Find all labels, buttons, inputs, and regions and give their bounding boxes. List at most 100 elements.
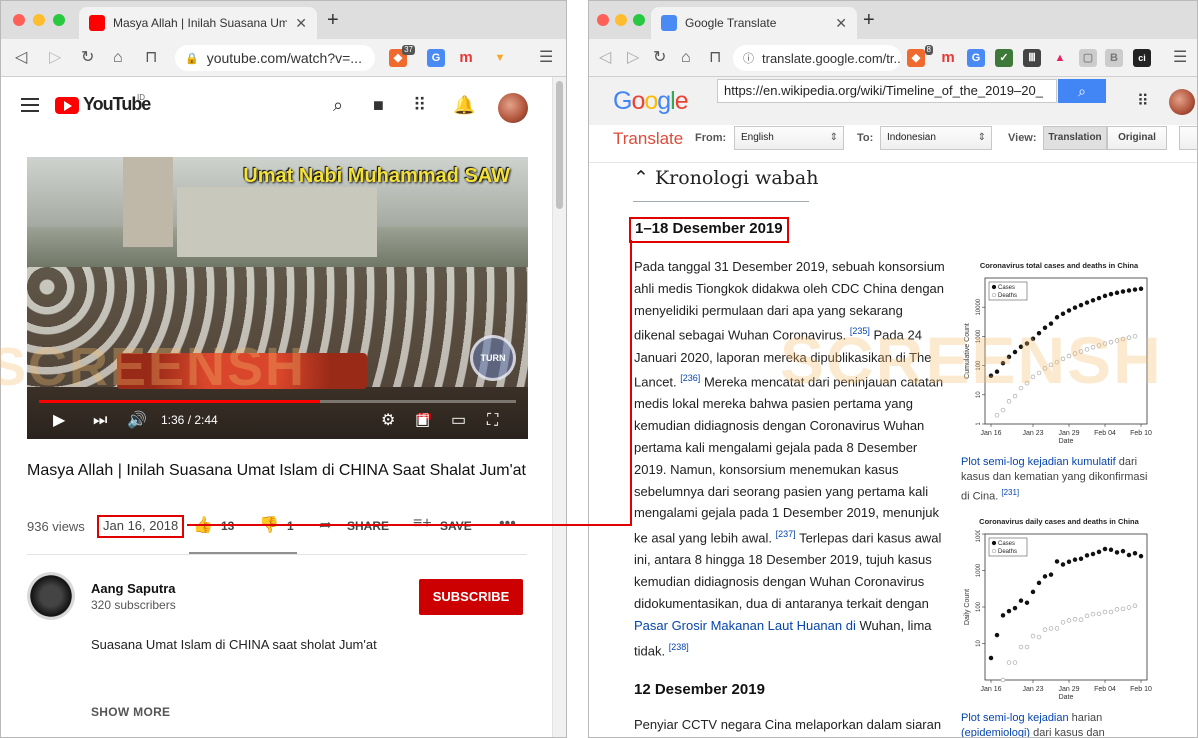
user-avatar[interactable] xyxy=(1169,89,1195,115)
reload-icon[interactable]: ↻ xyxy=(653,48,666,68)
translation-view-button[interactable]: Translation xyxy=(1043,126,1107,150)
apps-grid-icon[interactable]: ⠿ xyxy=(1137,91,1149,111)
user-avatar[interactable] xyxy=(498,93,528,123)
tab-youtube[interactable]: Masya Allah | Inilah Suasana Umat ✕ xyxy=(79,7,317,39)
settings-gear-icon[interactable]: ⚙ xyxy=(381,411,395,431)
notifications-bell-icon[interactable]: 🔔 xyxy=(453,95,475,116)
legend-label: Cases xyxy=(998,541,1015,547)
cases-point xyxy=(1042,574,1048,579)
cases-point xyxy=(1084,553,1090,558)
minimize-window-button[interactable] xyxy=(33,14,45,26)
x-tick-label: Jan 16 xyxy=(980,686,1001,693)
reload-icon[interactable]: ↻ xyxy=(81,48,94,68)
bookmark-icon[interactable]: ⊓ xyxy=(709,48,721,68)
browser-toolbar: ◁ ▷ ↻ ⌂ ⊓ 🔒 youtube.com/watch?v=... ◆ 37 … xyxy=(1,39,566,77)
youtube-logo-icon[interactable] xyxy=(55,97,79,114)
options-button[interactable] xyxy=(1179,126,1197,150)
pin-ext-icon[interactable]: ▼ xyxy=(491,49,509,67)
reference-link[interactable]: [236] xyxy=(680,373,700,383)
x-tick-label: Feb 10 xyxy=(1130,430,1152,437)
home-icon[interactable]: ⌂ xyxy=(681,48,691,68)
collapse-chevron-icon[interactable]: ⌃ xyxy=(633,167,649,189)
section-heading[interactable]: ⌃ Kronologi wabah xyxy=(633,167,818,189)
bookmark-icon[interactable]: ⊓ xyxy=(145,48,157,68)
fullscreen-icon[interactable]: ⛶ xyxy=(487,411,498,431)
cases-point xyxy=(1036,580,1042,586)
m-ext-icon[interactable]: m xyxy=(457,49,475,67)
caption-link[interactable]: Plot semi-log kejadian xyxy=(961,712,1069,724)
back-icon[interactable]: ◁ xyxy=(15,48,27,68)
back-icon[interactable]: ◁ xyxy=(599,48,611,68)
caption-link[interactable]: Plot semi-log kejadian kumulatif xyxy=(961,456,1116,468)
show-more-button[interactable]: SHOW MORE xyxy=(91,705,170,719)
close-window-button[interactable] xyxy=(597,14,609,26)
triangle-ext-icon[interactable]: ▲ xyxy=(1051,49,1069,67)
google-translate-ext-icon[interactable]: G xyxy=(427,49,445,67)
search-icon[interactable]: ⌕ xyxy=(333,95,343,116)
forward-icon[interactable]: ▷ xyxy=(49,48,61,68)
grey-ext-icon[interactable]: ▢ xyxy=(1079,49,1097,67)
maximize-window-button[interactable] xyxy=(53,14,65,26)
m-ext-icon[interactable]: m xyxy=(939,49,957,67)
huanan-market-link[interactable]: Pasar Grosir Makanan Laut Huanan di xyxy=(634,618,856,633)
caption-link[interactable]: (epidemiologi) xyxy=(961,727,1030,737)
from-language-select[interactable]: English xyxy=(734,126,844,150)
reference-link[interactable]: [231] xyxy=(1001,488,1019,497)
new-tab-button[interactable]: + xyxy=(863,10,875,30)
share-button[interactable]: SHARE xyxy=(347,519,389,533)
new-tab-button[interactable]: + xyxy=(327,10,339,30)
google-logo[interactable]: Google xyxy=(613,87,689,116)
channel-name[interactable]: Aang Saputra xyxy=(91,581,176,596)
cases-point xyxy=(1090,551,1096,557)
forward-icon[interactable]: ▷ xyxy=(627,48,639,68)
reference-link[interactable]: [238] xyxy=(669,642,689,652)
next-icon[interactable]: ⏭ xyxy=(93,411,107,431)
video-title: Masya Allah | Inilah Suasana Umat Islam … xyxy=(27,462,526,479)
view-count: 936 views xyxy=(27,519,85,534)
like-count: 13 xyxy=(221,519,235,533)
video-progress-bar[interactable] xyxy=(39,400,516,403)
apps-grid-icon[interactable]: ⠿ xyxy=(413,95,426,116)
green-ext-icon[interactable]: ✓ xyxy=(995,49,1013,67)
menu-icon[interactable]: ☰ xyxy=(539,48,553,68)
ci-ext-icon[interactable]: ci xyxy=(1133,49,1151,67)
cases-point xyxy=(1114,550,1120,555)
home-icon[interactable]: ⌂ xyxy=(113,48,123,68)
maximize-window-button[interactable] xyxy=(633,14,645,26)
search-button[interactable]: ⌕ xyxy=(1058,79,1106,103)
miniplayer-icon[interactable]: ▣ xyxy=(415,411,430,431)
page-scrollbar[interactable] xyxy=(552,77,566,737)
annotation-connector-line xyxy=(630,240,632,526)
address-bar[interactable]: 🔒 youtube.com/watch?v=... xyxy=(175,45,375,71)
subscribe-button[interactable]: SUBSCRIBE xyxy=(419,579,523,615)
create-video-icon[interactable]: ■ xyxy=(373,95,384,116)
cases-point xyxy=(1066,559,1072,564)
url-input[interactable]: https://en.wikipedia.org/wiki/Timeline_o… xyxy=(717,79,1057,103)
tab-google-translate[interactable]: Google Translate ✕ xyxy=(651,7,857,39)
save-button[interactable]: SAVE xyxy=(440,519,472,533)
reference-link[interactable]: [237] xyxy=(776,529,796,539)
original-view-button[interactable]: Original xyxy=(1107,126,1167,150)
close-tab-icon[interactable]: ✕ xyxy=(295,15,307,32)
theater-mode-icon[interactable]: ▭ xyxy=(451,411,466,431)
brave-shield-icon[interactable]: ◆ 8 xyxy=(907,45,933,67)
volume-icon[interactable]: 🔊 xyxy=(127,411,147,431)
b-ext-icon[interactable]: B xyxy=(1105,49,1123,67)
play-icon[interactable]: ▶ xyxy=(53,411,65,431)
library-ext-icon[interactable]: Ⅲ xyxy=(1023,49,1041,67)
close-window-button[interactable] xyxy=(13,14,25,26)
minimize-window-button[interactable] xyxy=(615,14,627,26)
address-bar[interactable]: ⓘ translate.google.com/tr... xyxy=(733,45,901,71)
to-language-select[interactable]: Indonesian xyxy=(880,126,992,150)
close-tab-icon[interactable]: ✕ xyxy=(835,15,847,32)
channel-avatar[interactable] xyxy=(27,572,75,620)
hamburger-menu-icon[interactable] xyxy=(21,98,39,116)
menu-icon[interactable]: ☰ xyxy=(1173,48,1187,68)
google-translate-ext-icon[interactable]: G xyxy=(967,49,985,67)
brave-shield-icon[interactable]: ◆ 37 xyxy=(389,45,415,67)
divider xyxy=(27,554,527,555)
y-tick-label: 10000 xyxy=(976,530,982,542)
cases-point xyxy=(1126,552,1132,558)
scrollbar-thumb[interactable] xyxy=(556,81,563,209)
daily-chart[interactable]: 10 100 1000 10000 Jan 16 Jan 23 Jan 29 Feb 04 Fe… xyxy=(961,525,1157,701)
